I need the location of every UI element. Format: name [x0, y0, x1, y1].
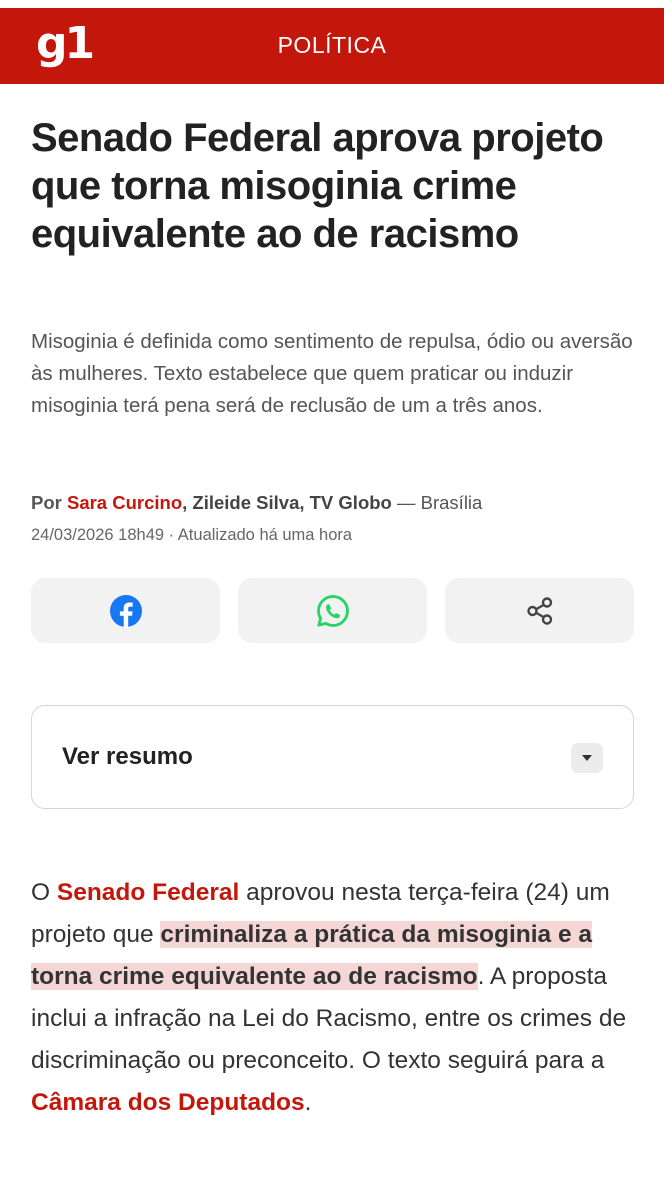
- whatsapp-icon: [316, 594, 349, 627]
- article-title: Senado Federal aprova projeto que torna …: [31, 116, 604, 256]
- paragraph-text: O: [31, 879, 57, 906]
- summary-toggle-button[interactable]: [571, 743, 603, 773]
- byline-prefix: Por: [31, 492, 62, 513]
- share-more-button[interactable]: [445, 578, 634, 643]
- summary-label: Ver resumo: [62, 743, 193, 770]
- article-byline: Por Sara Curcino, Zileide Silva, TV Glob…: [31, 489, 641, 517]
- share-facebook-button[interactable]: [31, 578, 220, 643]
- paragraph-text: .: [304, 1089, 312, 1116]
- site-header: g1 POLÍTICA: [0, 8, 664, 84]
- senado-federal-link[interactable]: Senado Federal: [57, 879, 239, 906]
- share-icon: [526, 596, 552, 625]
- author-link[interactable]: Sara Curcino: [67, 492, 182, 513]
- chevron-down-icon: [582, 755, 592, 761]
- article-dateline: 24/03/2026 18h49 · Atualizado há uma hor…: [31, 526, 353, 544]
- byline-authors: , Zileide Silva, TV Globo: [182, 492, 392, 513]
- summary-panel[interactable]: Ver resumo: [31, 705, 634, 809]
- section-label[interactable]: POLÍTICA: [0, 32, 664, 59]
- byline-location: — Brasília: [391, 492, 483, 513]
- camara-deputados-link[interactable]: Câmara dos Deputados: [31, 1089, 305, 1116]
- article-paragraph: O Senado Federal aprovou nesta terça-fei…: [31, 872, 636, 1124]
- facebook-icon: [109, 594, 142, 628]
- share-whatsapp-button[interactable]: [238, 578, 427, 643]
- article-subtitle: Misoginia é definida como sentimento de …: [31, 330, 633, 417]
